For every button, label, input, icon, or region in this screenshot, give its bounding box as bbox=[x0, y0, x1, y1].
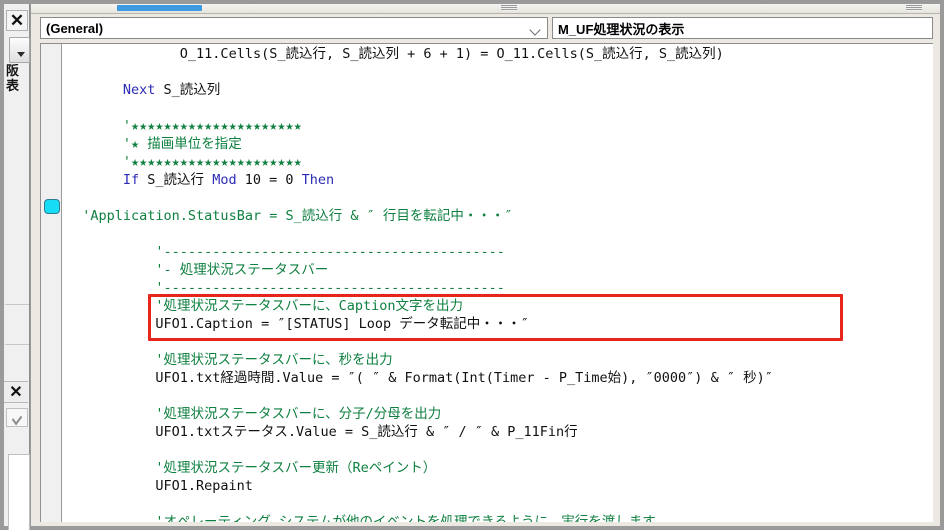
code-token: O_11.Cells(S_読込行, S_読込列 + 6 + 1) = O_11.… bbox=[179, 46, 724, 62]
code-line: '---------------------------------------… bbox=[66, 279, 933, 297]
code-token: '処理状況ステータスバー更新（Reペイント） bbox=[155, 460, 437, 476]
code-token: Next bbox=[122, 82, 156, 98]
bookmark-marker-icon[interactable] bbox=[44, 199, 60, 214]
code-token: '★ 描画単位を指定 bbox=[122, 136, 242, 152]
code-line: Next S_読込列 bbox=[66, 81, 933, 99]
close-icon[interactable]: ✕ bbox=[6, 10, 28, 31]
vbe-screenshot: ✕ 阪表 ✕ (General) M_UF処理状況の表示 O_11.Cells(… bbox=[0, 0, 944, 530]
code-token: '- 処理状況ステータスバー bbox=[155, 262, 329, 278]
code-line: '★★★★★★★★★★★★★★★★★★★★★ bbox=[66, 153, 933, 171]
code-text[interactable]: O_11.Cells(S_読込行, S_読込列 + 6 + 1) = O_11.… bbox=[66, 45, 933, 522]
properties-dropdown[interactable] bbox=[6, 408, 28, 427]
close-icon-secondary[interactable]: ✕ bbox=[4, 381, 28, 403]
code-token: S_読込列 bbox=[155, 82, 221, 98]
scroll-thumb[interactable] bbox=[9, 37, 30, 63]
code-line: '処理状況ステータスバーに、分子/分母を出力 bbox=[66, 405, 933, 423]
editor-gutter[interactable] bbox=[41, 44, 62, 522]
code-token: 'Application.StatusBar = S_読込行 & ″ 行目を転記… bbox=[82, 208, 513, 224]
code-line: UFO1.txtステータス.Value = S_読込行 & ″ / ″ & P_… bbox=[66, 423, 933, 441]
code-line: UFO1.txt経過時間.Value = ″( ″ & Format(Int(T… bbox=[66, 369, 933, 387]
code-line: '★ 描画単位を指定 bbox=[66, 135, 933, 153]
code-line: O_11.Cells(S_読込行, S_読込列 + 6 + 1) = O_11.… bbox=[66, 45, 933, 63]
panel-divider bbox=[5, 344, 29, 345]
code-line: '処理状況ステータスバーに、秒を出力 bbox=[66, 351, 933, 369]
code-line: '- 処理状況ステータスバー bbox=[66, 261, 933, 279]
procedure-combo-value: M_UF処理状況の表示 bbox=[558, 21, 685, 37]
code-editor-pane[interactable]: O_11.Cells(S_読込行, S_読込列 + 6 + 1) = O_11.… bbox=[40, 43, 933, 522]
code-token: '処理状況ステータスバーに、分子/分母を出力 bbox=[155, 406, 442, 422]
properties-list[interactable] bbox=[8, 454, 30, 530]
code-token: '★★★★★★★★★★★★★★★★★★★★★ bbox=[122, 154, 302, 170]
code-token: Then bbox=[301, 172, 335, 188]
code-token: '---------------------------------------… bbox=[155, 244, 505, 260]
code-line: UFO1.Caption = ″[STATUS] Loop データ転記中・・・″ bbox=[66, 315, 933, 333]
code-token: '処理状況ステータスバーに、Caption文字を出力 bbox=[155, 298, 464, 314]
code-token: '処理状況ステータスバーに、秒を出力 bbox=[155, 352, 393, 368]
code-line: UFO1.Repaint bbox=[66, 477, 933, 495]
object-combo[interactable]: (General) bbox=[40, 17, 548, 39]
procedure-combo[interactable]: M_UF処理状況の表示 bbox=[552, 17, 933, 39]
code-token: '★★★★★★★★★★★★★★★★★★★★★ bbox=[122, 118, 302, 134]
code-token: '---------------------------------------… bbox=[155, 280, 505, 296]
code-token: 'オペレーティング システムが他のイベントを処理できるように、実行を渡します。 bbox=[155, 514, 668, 522]
mdi-title-bar[interactable] bbox=[31, 4, 940, 14]
code-line: 'Application.StatusBar = S_読込行 & ″ 行目を転記… bbox=[66, 207, 933, 225]
code-line: '処理状況ステータスバーに、Caption文字を出力 bbox=[66, 297, 933, 315]
chevron-down-icon[interactable] bbox=[531, 26, 541, 32]
code-line: 'オペレーティング システムが他のイベントを処理できるように、実行を渡します。 bbox=[66, 513, 933, 522]
code-token: Mod bbox=[212, 172, 237, 188]
code-line: '---------------------------------------… bbox=[66, 243, 933, 261]
window-grip-icon bbox=[501, 5, 517, 11]
code-token: S_読込行 bbox=[139, 172, 213, 188]
code-line: '★★★★★★★★★★★★★★★★★★★★★ bbox=[66, 117, 933, 135]
code-token: UFO1.txt経過時間.Value = ″( ″ & Format(Int(T… bbox=[155, 370, 773, 386]
code-token: UFO1.Caption = ″[STATUS] Loop データ転記中・・・″ bbox=[155, 316, 529, 332]
window-grip-icon bbox=[906, 5, 922, 11]
code-line: '処理状況ステータスバー更新（Reペイント） bbox=[66, 459, 933, 477]
panel-divider bbox=[5, 304, 29, 305]
code-token: UFO1.Repaint bbox=[155, 478, 253, 494]
code-window: (General) M_UF処理状況の表示 O_11.Cells(S_読込行, … bbox=[31, 4, 940, 526]
left-docked-panel: ✕ 阪表 ✕ bbox=[4, 4, 30, 530]
code-token: If bbox=[122, 172, 140, 188]
panel-vertical-label: 阪表 bbox=[6, 64, 19, 94]
object-combo-value: (General) bbox=[46, 20, 104, 36]
code-token: UFO1.txtステータス.Value = S_読込行 & ″ / ″ & P_… bbox=[155, 424, 578, 440]
editor-combo-row: (General) M_UF処理状況の表示 bbox=[31, 14, 940, 42]
code-line: If S_読込行 Mod 10 = 0 Then bbox=[66, 171, 933, 189]
active-module-tab[interactable] bbox=[117, 5, 202, 11]
code-token: 10 = 0 bbox=[236, 172, 302, 188]
